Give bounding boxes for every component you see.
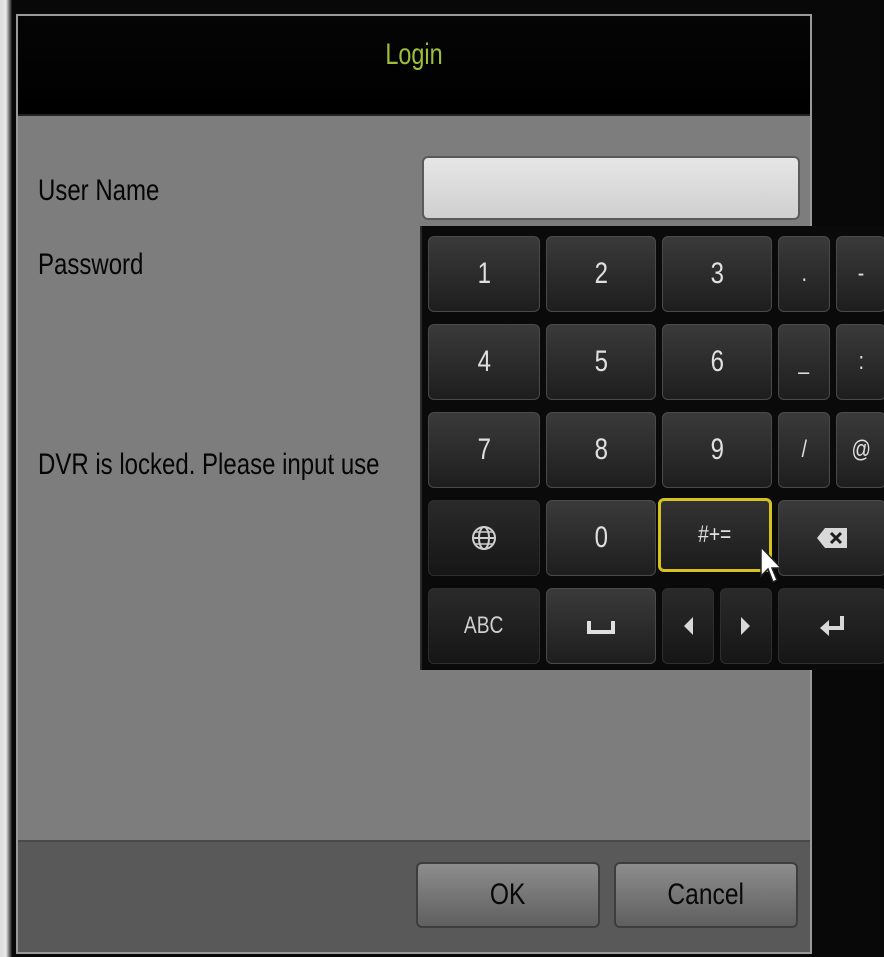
key-backspace[interactable] xyxy=(778,500,884,576)
key-space[interactable] xyxy=(546,588,656,664)
space-icon xyxy=(587,621,615,634)
cancel-label: Cancel xyxy=(667,878,745,911)
dialog-title: Login xyxy=(385,38,443,71)
key-label: @ xyxy=(851,436,871,463)
onscreen-keyboard: 1 2 3 . - 4 5 6 _ : 7 8 9 / @ 0 #+= ABC xyxy=(420,226,884,670)
key-arrow-right[interactable] xyxy=(720,588,772,664)
key-underscore[interactable]: _ xyxy=(778,324,830,400)
key-language[interactable] xyxy=(428,500,540,576)
key-slash[interactable]: / xyxy=(778,412,830,488)
username-input[interactable] xyxy=(422,156,800,220)
key-7[interactable]: 7 xyxy=(428,412,540,488)
key-label: . xyxy=(801,260,807,287)
enter-icon xyxy=(820,616,844,636)
key-label: - xyxy=(857,260,865,287)
cancel-button[interactable]: Cancel xyxy=(614,862,798,928)
key-abc[interactable]: ABC xyxy=(428,588,540,664)
key-label: 3 xyxy=(710,257,724,290)
key-label: 4 xyxy=(477,345,491,378)
key-label: 6 xyxy=(710,345,724,378)
arrow-right-icon xyxy=(741,617,750,635)
ok-label: OK xyxy=(490,878,526,911)
key-1[interactable]: 1 xyxy=(428,236,540,312)
key-label: 2 xyxy=(594,257,608,290)
key-label: 8 xyxy=(594,433,608,466)
key-label: 7 xyxy=(477,433,491,466)
key-colon[interactable]: : xyxy=(836,324,884,400)
key-3[interactable]: 3 xyxy=(662,236,772,312)
key-4[interactable]: 4 xyxy=(428,324,540,400)
key-label: ABC xyxy=(464,612,504,639)
key-period[interactable]: . xyxy=(778,236,830,312)
dialog-titlebar: Login xyxy=(18,16,810,116)
key-label: / xyxy=(801,436,807,463)
key-label: 0 xyxy=(594,521,608,554)
ok-button[interactable]: OK xyxy=(416,862,600,928)
username-label: User Name xyxy=(38,174,160,207)
key-label: #+= xyxy=(698,521,732,548)
backspace-icon xyxy=(817,528,847,548)
key-enter[interactable] xyxy=(778,588,884,664)
key-label: _ xyxy=(798,348,810,375)
key-label: 5 xyxy=(594,345,608,378)
password-label: Password xyxy=(38,248,144,281)
key-hyphen[interactable]: - xyxy=(836,236,884,312)
locked-message: DVR is locked. Please input use xyxy=(38,448,380,481)
globe-icon xyxy=(472,526,496,550)
key-0[interactable]: 0 xyxy=(546,500,656,576)
key-6[interactable]: 6 xyxy=(662,324,772,400)
dialog-footer: OK Cancel xyxy=(18,840,810,952)
key-symbols[interactable]: #+= xyxy=(658,498,772,572)
key-label: : xyxy=(858,348,864,375)
key-9[interactable]: 9 xyxy=(662,412,772,488)
key-8[interactable]: 8 xyxy=(546,412,656,488)
key-at[interactable]: @ xyxy=(836,412,884,488)
key-5[interactable]: 5 xyxy=(546,324,656,400)
arrow-left-icon xyxy=(684,617,693,635)
key-2[interactable]: 2 xyxy=(546,236,656,312)
mouse-pointer-icon xyxy=(760,546,782,584)
key-label: 1 xyxy=(477,257,491,290)
key-arrow-left[interactable] xyxy=(662,588,714,664)
key-label: 9 xyxy=(710,433,724,466)
